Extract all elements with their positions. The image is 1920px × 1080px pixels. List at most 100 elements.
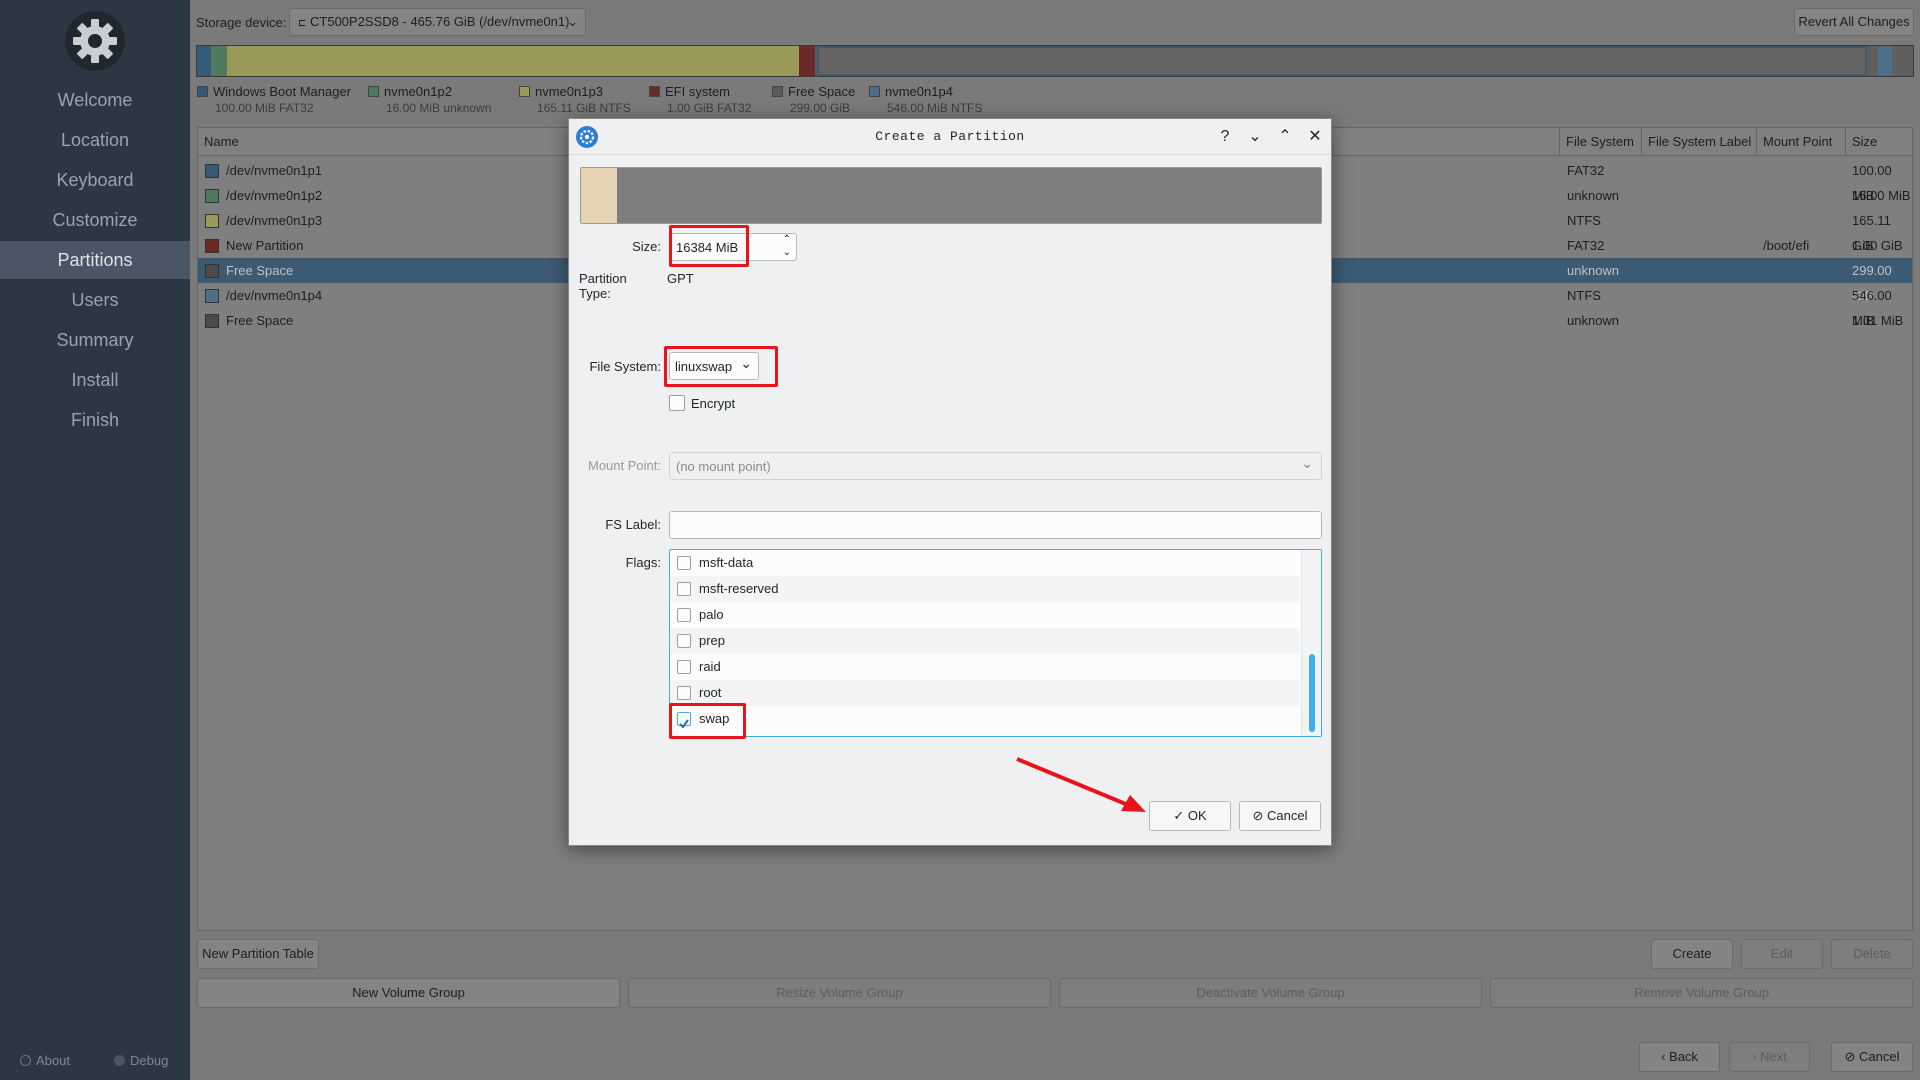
bar-segment-p4 bbox=[1878, 46, 1892, 76]
flag-item-swap[interactable]: swap bbox=[670, 706, 1299, 732]
fs-label-input[interactable] bbox=[669, 511, 1322, 539]
partition-color-swatch bbox=[205, 264, 219, 278]
legend-item: nvme0n1p3 165.11 GiB NTFS bbox=[519, 84, 631, 115]
bar-segment-efi bbox=[799, 46, 815, 76]
flag-item-palo[interactable]: palo bbox=[670, 602, 1299, 628]
delete-button[interactable]: Delete bbox=[1831, 939, 1913, 969]
back-button[interactable]: ‹ Back bbox=[1639, 1042, 1720, 1072]
legend-item: nvme0n1p2 16.00 MiB unknown bbox=[368, 84, 491, 115]
sidebar-step-partitions: Partitions bbox=[0, 241, 190, 279]
header-file-system[interactable]: File System bbox=[1560, 128, 1642, 156]
deactivate-volume-group-button[interactable]: Deactivate Volume Group bbox=[1059, 978, 1482, 1008]
flag-checkbox[interactable] bbox=[677, 582, 691, 596]
debug-button[interactable]: Debug bbox=[114, 1053, 168, 1068]
legend-swatch bbox=[649, 86, 660, 97]
sidebar-step-location: Location bbox=[60, 130, 130, 150]
cell-name: Free Space bbox=[226, 313, 294, 328]
spin-down-icon[interactable]: ⌄ bbox=[783, 247, 791, 259]
partition-color-swatch bbox=[205, 189, 219, 203]
cell-size: 1.01 MiB bbox=[1852, 313, 1904, 328]
spin-up-icon[interactable]: ⌃ bbox=[783, 234, 791, 246]
fs-label-label: FS Label: bbox=[605, 517, 661, 532]
flag-name: msft-reserved bbox=[699, 581, 779, 596]
flag-item-prep[interactable]: prep bbox=[670, 628, 1299, 654]
legend-detail: 299.00 GiB bbox=[790, 101, 851, 115]
flags-label: Flags: bbox=[625, 555, 661, 570]
about-label: About bbox=[36, 1053, 70, 1068]
next-button[interactable]: › Next bbox=[1729, 1042, 1810, 1072]
header-size[interactable]: Size bbox=[1846, 128, 1912, 156]
legend-detail: 165.11 GiB NTFS bbox=[537, 101, 631, 115]
calamares-logo-icon bbox=[65, 11, 125, 71]
cell-fs: unknown bbox=[1567, 313, 1620, 328]
partition-color-swatch bbox=[205, 289, 219, 303]
maximize-icon[interactable]: ⌃ bbox=[1275, 127, 1295, 147]
size-highlight-box bbox=[669, 225, 749, 267]
flags-scrollbar-handle[interactable] bbox=[1309, 654, 1315, 732]
legend-name: nvme0n1p2 bbox=[384, 84, 452, 99]
chevron-down-icon: ⌄ bbox=[1301, 455, 1313, 471]
debug-label: Debug bbox=[130, 1053, 169, 1068]
cell-size: 16.00 MiB bbox=[1852, 188, 1911, 203]
checkmark-icon: ✓ bbox=[1173, 808, 1185, 823]
legend-swatch bbox=[772, 86, 783, 97]
legend-detail: 100.00 MiB FAT32 bbox=[215, 101, 314, 115]
mount-point-select[interactable]: (no mount point) ⌄ bbox=[669, 452, 1322, 480]
flag-checkbox[interactable] bbox=[677, 608, 691, 622]
storage-device-select[interactable]: ⊏ CT500P2SSD8 - 465.76 GiB (/dev/nvme0n1… bbox=[289, 8, 586, 36]
resize-volume-group-button[interactable]: Resize Volume Group bbox=[628, 978, 1051, 1008]
flag-checkbox[interactable] bbox=[677, 686, 691, 700]
cancel-install-label: Cancel bbox=[1859, 1049, 1900, 1064]
flag-item-msft-reserved[interactable]: msft-reserved bbox=[670, 576, 1299, 602]
storage-device-value: CT500P2SSD8 - 465.76 GiB (/dev/nvme0n1) bbox=[310, 14, 570, 29]
legend-detail: 16.00 MiB unknown bbox=[386, 101, 492, 115]
help-icon[interactable]: ? bbox=[1215, 127, 1235, 147]
cell-name: /dev/nvme0n1p1 bbox=[226, 163, 323, 178]
partition-preview-bar bbox=[580, 167, 1322, 224]
header-file-system-label[interactable]: File System Label bbox=[1642, 128, 1757, 156]
about-button[interactable]: About bbox=[20, 1053, 70, 1068]
ok-button[interactable]: ✓ OK bbox=[1149, 801, 1231, 831]
mount-point-label: Mount Point: bbox=[588, 458, 661, 473]
back-label: Back bbox=[1669, 1049, 1698, 1064]
flag-item-raid[interactable]: raid bbox=[670, 654, 1299, 680]
legend-item: nvme0n1p4 546.00 MiB NTFS bbox=[869, 84, 982, 115]
cell-fs: unknown bbox=[1567, 263, 1620, 278]
minimize-icon[interactable]: ⌄ bbox=[1245, 127, 1265, 147]
bar-segment-free bbox=[817, 46, 1867, 76]
cell-name: /dev/nvme0n1p4 bbox=[226, 288, 323, 303]
encrypt-checkbox[interactable] bbox=[669, 395, 685, 411]
cell-fs: unknown bbox=[1567, 188, 1620, 203]
partition-type-label: Partition Type: bbox=[579, 271, 627, 301]
encrypt-label: Encrypt bbox=[691, 396, 736, 411]
cancel-button[interactable]: ⊘ Cancel bbox=[1239, 801, 1321, 831]
flag-name: prep bbox=[699, 633, 726, 648]
flag-checkbox[interactable] bbox=[677, 634, 691, 648]
new-partition-table-button[interactable]: New Partition Table bbox=[197, 939, 319, 969]
close-icon[interactable]: ✕ bbox=[1305, 127, 1325, 147]
sidebar-step-finish: Finish bbox=[70, 410, 119, 430]
flags-scrollbar[interactable] bbox=[1301, 550, 1321, 736]
create-button[interactable]: Create bbox=[1651, 939, 1733, 969]
flag-checkbox[interactable] bbox=[677, 660, 691, 674]
drive-icon: ⊏ bbox=[298, 18, 307, 29]
legend-name: nvme0n1p3 bbox=[535, 84, 603, 99]
mount-point-value: (no mount point) bbox=[676, 459, 771, 474]
revert-all-changes-button[interactable]: Revert All Changes bbox=[1794, 8, 1914, 36]
cell-name: Free Space bbox=[226, 263, 294, 278]
cancel-label: Cancel bbox=[1267, 808, 1308, 823]
remove-volume-group-button[interactable]: Remove Volume Group bbox=[1490, 978, 1913, 1008]
next-label: Next bbox=[1760, 1049, 1787, 1064]
cancel-install-button[interactable]: ⊘ Cancel bbox=[1831, 1042, 1913, 1072]
flag-item-msft-data[interactable]: msft-data bbox=[670, 550, 1299, 576]
flag-item-root[interactable]: root bbox=[670, 680, 1299, 706]
new-volume-group-button[interactable]: New Volume Group bbox=[197, 978, 620, 1008]
flag-checkbox[interactable] bbox=[677, 556, 691, 570]
flags-list[interactable]: msft-data msft-reserved palo prep raid root sw… bbox=[669, 549, 1322, 737]
edit-button[interactable]: Edit bbox=[1741, 939, 1823, 969]
header-mount-point[interactable]: Mount Point bbox=[1757, 128, 1846, 156]
file-system-label: File System: bbox=[589, 359, 661, 374]
new-partition-preview-segment bbox=[581, 168, 617, 223]
partition-color-swatch bbox=[205, 214, 219, 228]
legend-name: Windows Boot Manager bbox=[213, 84, 352, 99]
